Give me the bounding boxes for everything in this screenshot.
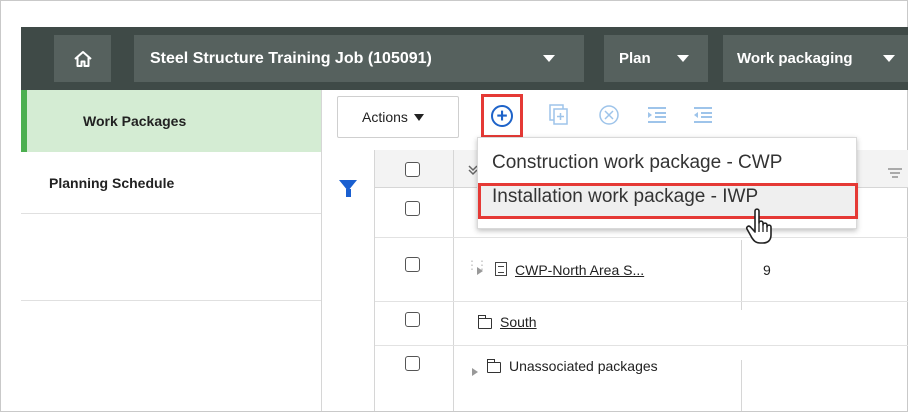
indent-icon — [648, 107, 666, 123]
actions-button[interactable]: Actions — [337, 96, 459, 138]
hand-cursor-icon — [745, 208, 772, 244]
home-button[interactable] — [54, 35, 111, 82]
plan-menu-label: Plan — [619, 50, 651, 67]
select-all-checkbox[interactable] — [405, 162, 420, 177]
add-circle-icon: + — [491, 105, 513, 127]
folder-icon — [477, 315, 492, 329]
sidebar-item-work-packages[interactable]: Work Packages — [21, 90, 321, 152]
remove-circle-icon — [599, 105, 619, 125]
work-packaging-menu[interactable]: Work packaging — [723, 35, 908, 82]
expand-arrow-icon[interactable] — [472, 368, 478, 376]
package-count: 9 — [763, 262, 771, 278]
outdent-button[interactable] — [689, 100, 717, 130]
filter-icon-stem — [346, 189, 351, 197]
sidebar-item-label: Planning Schedule — [49, 174, 175, 191]
chevron-down-icon — [883, 55, 895, 62]
indent-button[interactable] — [643, 100, 671, 130]
row-checkbox[interactable] — [405, 257, 420, 272]
copy-add-button[interactable] — [545, 100, 573, 130]
sidebar-item-planning-schedule[interactable]: Planning Schedule — [21, 152, 321, 214]
chevron-down-icon — [543, 55, 555, 62]
sidebar-item-label: Work Packages — [83, 113, 187, 129]
add-button[interactable]: + — [481, 94, 523, 138]
expand-arrow-icon[interactable] — [477, 267, 483, 275]
row-checkbox[interactable] — [405, 356, 420, 371]
package-icon — [495, 262, 507, 276]
menu-item-iwp[interactable]: Installation work package - IWP — [492, 186, 758, 208]
table-row[interactable]: Unassociated packages — [375, 346, 908, 396]
folder-name: Unassociated packages — [509, 358, 658, 374]
job-selector-label: Steel Structure Training Job (105091) — [150, 49, 432, 67]
sidebar: Work Packages Planning Schedule — [21, 90, 322, 411]
job-selector[interactable]: Steel Structure Training Job (105091) — [134, 35, 584, 82]
outdent-icon — [694, 107, 712, 123]
menu-item-cwp[interactable]: Construction work package - CWP — [492, 152, 782, 174]
copy-add-icon — [549, 104, 568, 125]
actions-button-label: Actions — [362, 109, 408, 125]
row-checkbox[interactable] — [405, 312, 420, 327]
add-package-menu: Construction work package - CWP Installa… — [477, 137, 858, 229]
folder-name-link[interactable]: South — [500, 314, 537, 330]
remove-button[interactable] — [595, 100, 623, 130]
work-packaging-label: Work packaging — [737, 50, 853, 67]
drag-handle-icon[interactable]: ⋮⋮ — [466, 258, 488, 272]
table-row[interactable]: ⋮⋮ CWP-North Area S... 9 — [375, 240, 908, 302]
caret-down-icon — [413, 113, 424, 121]
sort-icon[interactable] — [888, 168, 902, 178]
sidebar-divider — [21, 300, 321, 301]
top-navigation-bar: Steel Structure Training Job (105091) Pl… — [21, 27, 908, 90]
folder-icon — [486, 359, 501, 373]
home-icon — [73, 50, 92, 67]
chevron-down-icon — [677, 55, 689, 62]
filter-column — [322, 150, 374, 411]
plan-menu[interactable]: Plan — [604, 35, 708, 82]
table-row[interactable]: South — [375, 302, 908, 346]
package-name-link[interactable]: CWP-North Area S... — [515, 262, 644, 278]
row-checkbox[interactable] — [405, 201, 420, 216]
